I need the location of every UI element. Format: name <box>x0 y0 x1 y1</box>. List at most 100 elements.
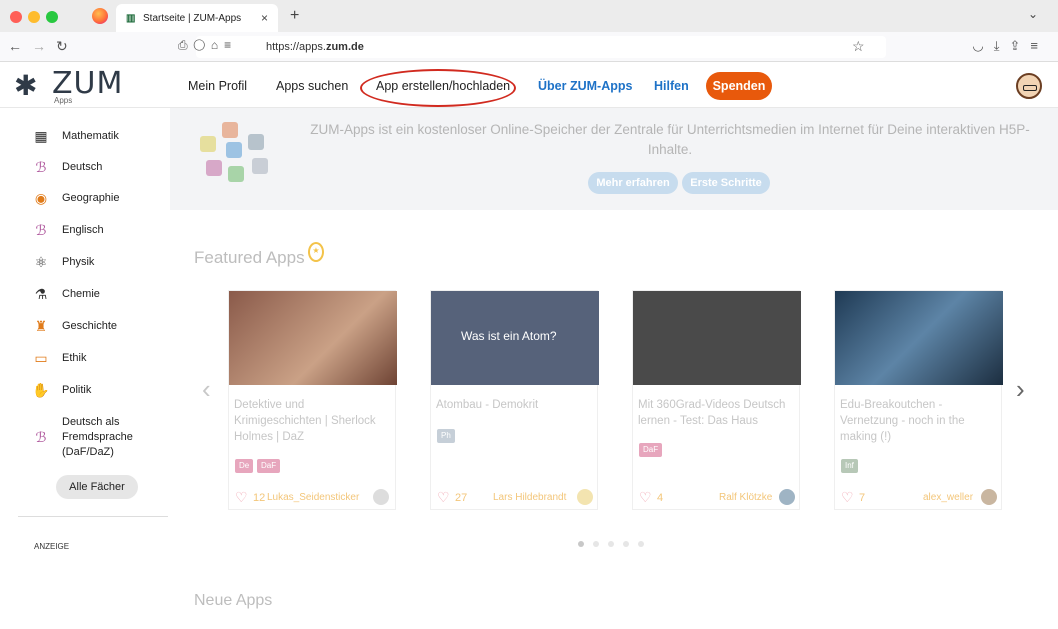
card-image <box>835 291 1003 385</box>
browser-tab[interactable]: ▥ Startseite | ZUM-Apps × <box>116 4 278 32</box>
browser-tab-bar: ▥ Startseite | ZUM-Apps × + ⌄ <box>0 0 1058 32</box>
tab-title: Startseite | ZUM-Apps <box>143 12 242 24</box>
card-title: Detektive und Krimigeschichten | Sherloc… <box>234 399 376 443</box>
book-icon: ▭ <box>34 350 48 366</box>
intro-text: ZUM-Apps ist ein kostenloser Online-Spei… <box>310 122 1030 157</box>
sidebar-item-politik[interactable]: ✋ Politik <box>32 380 92 400</box>
close-window-button[interactable] <box>10 11 22 23</box>
tag-badge: Ph <box>437 429 455 443</box>
sidebar-item-label: Chemie <box>62 287 100 300</box>
like-count: 4 <box>657 492 664 504</box>
card-author[interactable]: Ralf Klötzke <box>719 492 772 503</box>
zum-apps-logo[interactable]: ✱ ZUM Apps <box>14 66 134 106</box>
sidebar-item-label: Geographie <box>62 191 120 204</box>
sidebar-item-englisch[interactable]: ℬ Englisch <box>35 220 103 240</box>
card-author[interactable]: Lukas_Seidensticker <box>267 492 359 503</box>
site-header: ✱ ZUM Apps Mein Profil Apps suchen App e… <box>0 62 1058 108</box>
sidebar-item-physik[interactable]: ⚛ Physik <box>35 252 95 272</box>
user-avatar[interactable] <box>1016 73 1042 99</box>
lock-icon[interactable]: ⌂ <box>211 38 224 52</box>
nav-hilfen[interactable]: Hilfen <box>654 79 689 93</box>
carousel-dot[interactable] <box>593 541 599 547</box>
donate-button[interactable]: Spenden <box>706 72 772 100</box>
like-count: 12 <box>253 492 266 504</box>
download-icon[interactable]: ⤓ <box>994 38 1010 53</box>
ad-label: ANZEIGE <box>34 542 70 551</box>
sidebar-item-mathematik[interactable]: ▦ Mathematik <box>34 126 118 146</box>
sidebar-divider <box>18 516 168 517</box>
card-title: Edu-Breakoutchen - Vernetzung - noch in … <box>840 399 965 443</box>
speech-bubble-icon: ℬ <box>35 222 47 238</box>
reload-icon[interactable]: ↻ <box>56 38 68 55</box>
sidebar-item-geographie[interactable]: ◉ Geographie <box>35 188 120 208</box>
heart-icon[interactable]: ♡ <box>841 489 854 506</box>
carousel-dot[interactable] <box>578 541 584 547</box>
address-bar-icons: ⎙◯⌂≡ <box>178 38 237 53</box>
sidebar-item-label: Geschichte <box>62 319 118 332</box>
nav-apps-suchen[interactable]: Apps suchen <box>276 79 348 93</box>
sidebar-item-geschichte[interactable]: ♜ Geschichte <box>35 316 118 336</box>
carousel-dot[interactable] <box>638 541 644 547</box>
carousel-pagination <box>578 541 644 547</box>
carousel-dot[interactable] <box>608 541 614 547</box>
sidebar-item-deutsch[interactable]: ℬ Deutsch <box>35 157 102 177</box>
pocket-icon[interactable]: ◡ <box>972 38 993 53</box>
nav-mein-profil[interactable]: Mein Profil <box>188 79 247 93</box>
carousel-prev-icon[interactable]: ‹ <box>202 374 211 405</box>
card-author[interactable]: Lars Hildebrandt <box>493 492 566 503</box>
heart-icon[interactable]: ♡ <box>639 489 652 506</box>
logo-subtitle: Apps <box>54 96 73 105</box>
calculator-icon: ▦ <box>34 128 48 144</box>
sidebar-item-ethik[interactable]: ▭ Ethik <box>34 348 86 368</box>
shield-icon[interactable]: ◯ <box>194 38 211 52</box>
card-image <box>229 291 397 385</box>
heart-icon[interactable]: ♡ <box>437 489 450 506</box>
author-avatar <box>373 489 389 505</box>
speech-bubble-icon: ℬ <box>35 159 47 175</box>
app-card[interactable]: Mit 360Grad-Videos Deutsch lernen - Test… <box>632 290 801 510</box>
featured-heading: Featured Apps <box>194 248 305 267</box>
minimize-window-button[interactable] <box>28 11 40 23</box>
first-steps-button[interactable]: Erste Schritte <box>682 172 770 194</box>
share-icon[interactable]: ⇪ <box>1010 38 1031 53</box>
permissions-icon[interactable]: ≡ <box>224 38 237 52</box>
bookmark-star-icon[interactable]: ☆ <box>852 38 865 55</box>
maximize-window-button[interactable] <box>46 11 58 23</box>
printer-icon[interactable]: ⎙ <box>178 38 194 52</box>
card-title: Mit 360Grad-Videos Deutsch lernen - Test… <box>638 399 786 427</box>
forward-arrow-icon[interactable]: → <box>32 38 46 54</box>
sidebar-item-daf[interactable]: ℬ Deutsch als Fremdsprache (DaF/DaZ) <box>35 412 142 462</box>
more-info-button[interactable]: Mehr erfahren <box>588 172 678 194</box>
app-card[interactable]: Edu-Breakoutchen - Vernetzung - noch in … <box>834 290 1003 510</box>
sidebar-item-label: Politik <box>62 383 92 396</box>
address-bar[interactable]: https://apps. zum.de <box>196 36 886 58</box>
app-card[interactable]: Was ist ein Atom? Atombau - Demokrit Ph … <box>430 290 599 510</box>
app-card[interactable]: Detektive und Krimigeschichten | Sherloc… <box>228 290 397 510</box>
author-avatar <box>577 489 593 505</box>
firefox-icon <box>92 8 108 24</box>
tab-list-chevron-icon[interactable]: ⌄ <box>1028 7 1038 21</box>
nav-ueber-zum-apps[interactable]: Über ZUM-Apps <box>538 79 632 93</box>
hamburger-menu-icon[interactable]: ≡ <box>1030 38 1048 53</box>
url-domain: zum.de <box>325 41 364 53</box>
card-image-text: Was ist ein Atom? <box>461 329 557 343</box>
card-author[interactable]: alex_weller <box>923 492 973 503</box>
url-prefix: https://apps. <box>266 41 326 53</box>
intro-banner: ZUM-Apps ist ein kostenloser Online-Spei… <box>170 108 1058 210</box>
back-arrow-icon[interactable]: ← <box>8 38 22 54</box>
site-favicon-icon: ▥ <box>126 12 136 24</box>
carousel-next-icon[interactable]: › <box>1016 374 1025 405</box>
all-subjects-button[interactable]: Alle Fächer <box>56 475 138 499</box>
award-badge-icon: ★ <box>308 242 324 262</box>
globe-icon: ◉ <box>34 190 48 206</box>
heart-icon[interactable]: ♡ <box>235 489 248 506</box>
author-avatar <box>779 489 795 505</box>
highlight-annotation <box>360 69 516 107</box>
new-tab-button[interactable]: + <box>290 7 299 25</box>
tag-badge: DaF <box>639 443 663 457</box>
tag-badge: DaF <box>257 459 281 473</box>
close-tab-icon[interactable]: × <box>261 11 268 25</box>
sidebar-item-chemie[interactable]: ⚗ Chemie <box>35 284 100 304</box>
carousel-dot[interactable] <box>623 541 629 547</box>
navigation-bar: ← → ↻ https://apps. zum.de <box>0 32 1058 62</box>
